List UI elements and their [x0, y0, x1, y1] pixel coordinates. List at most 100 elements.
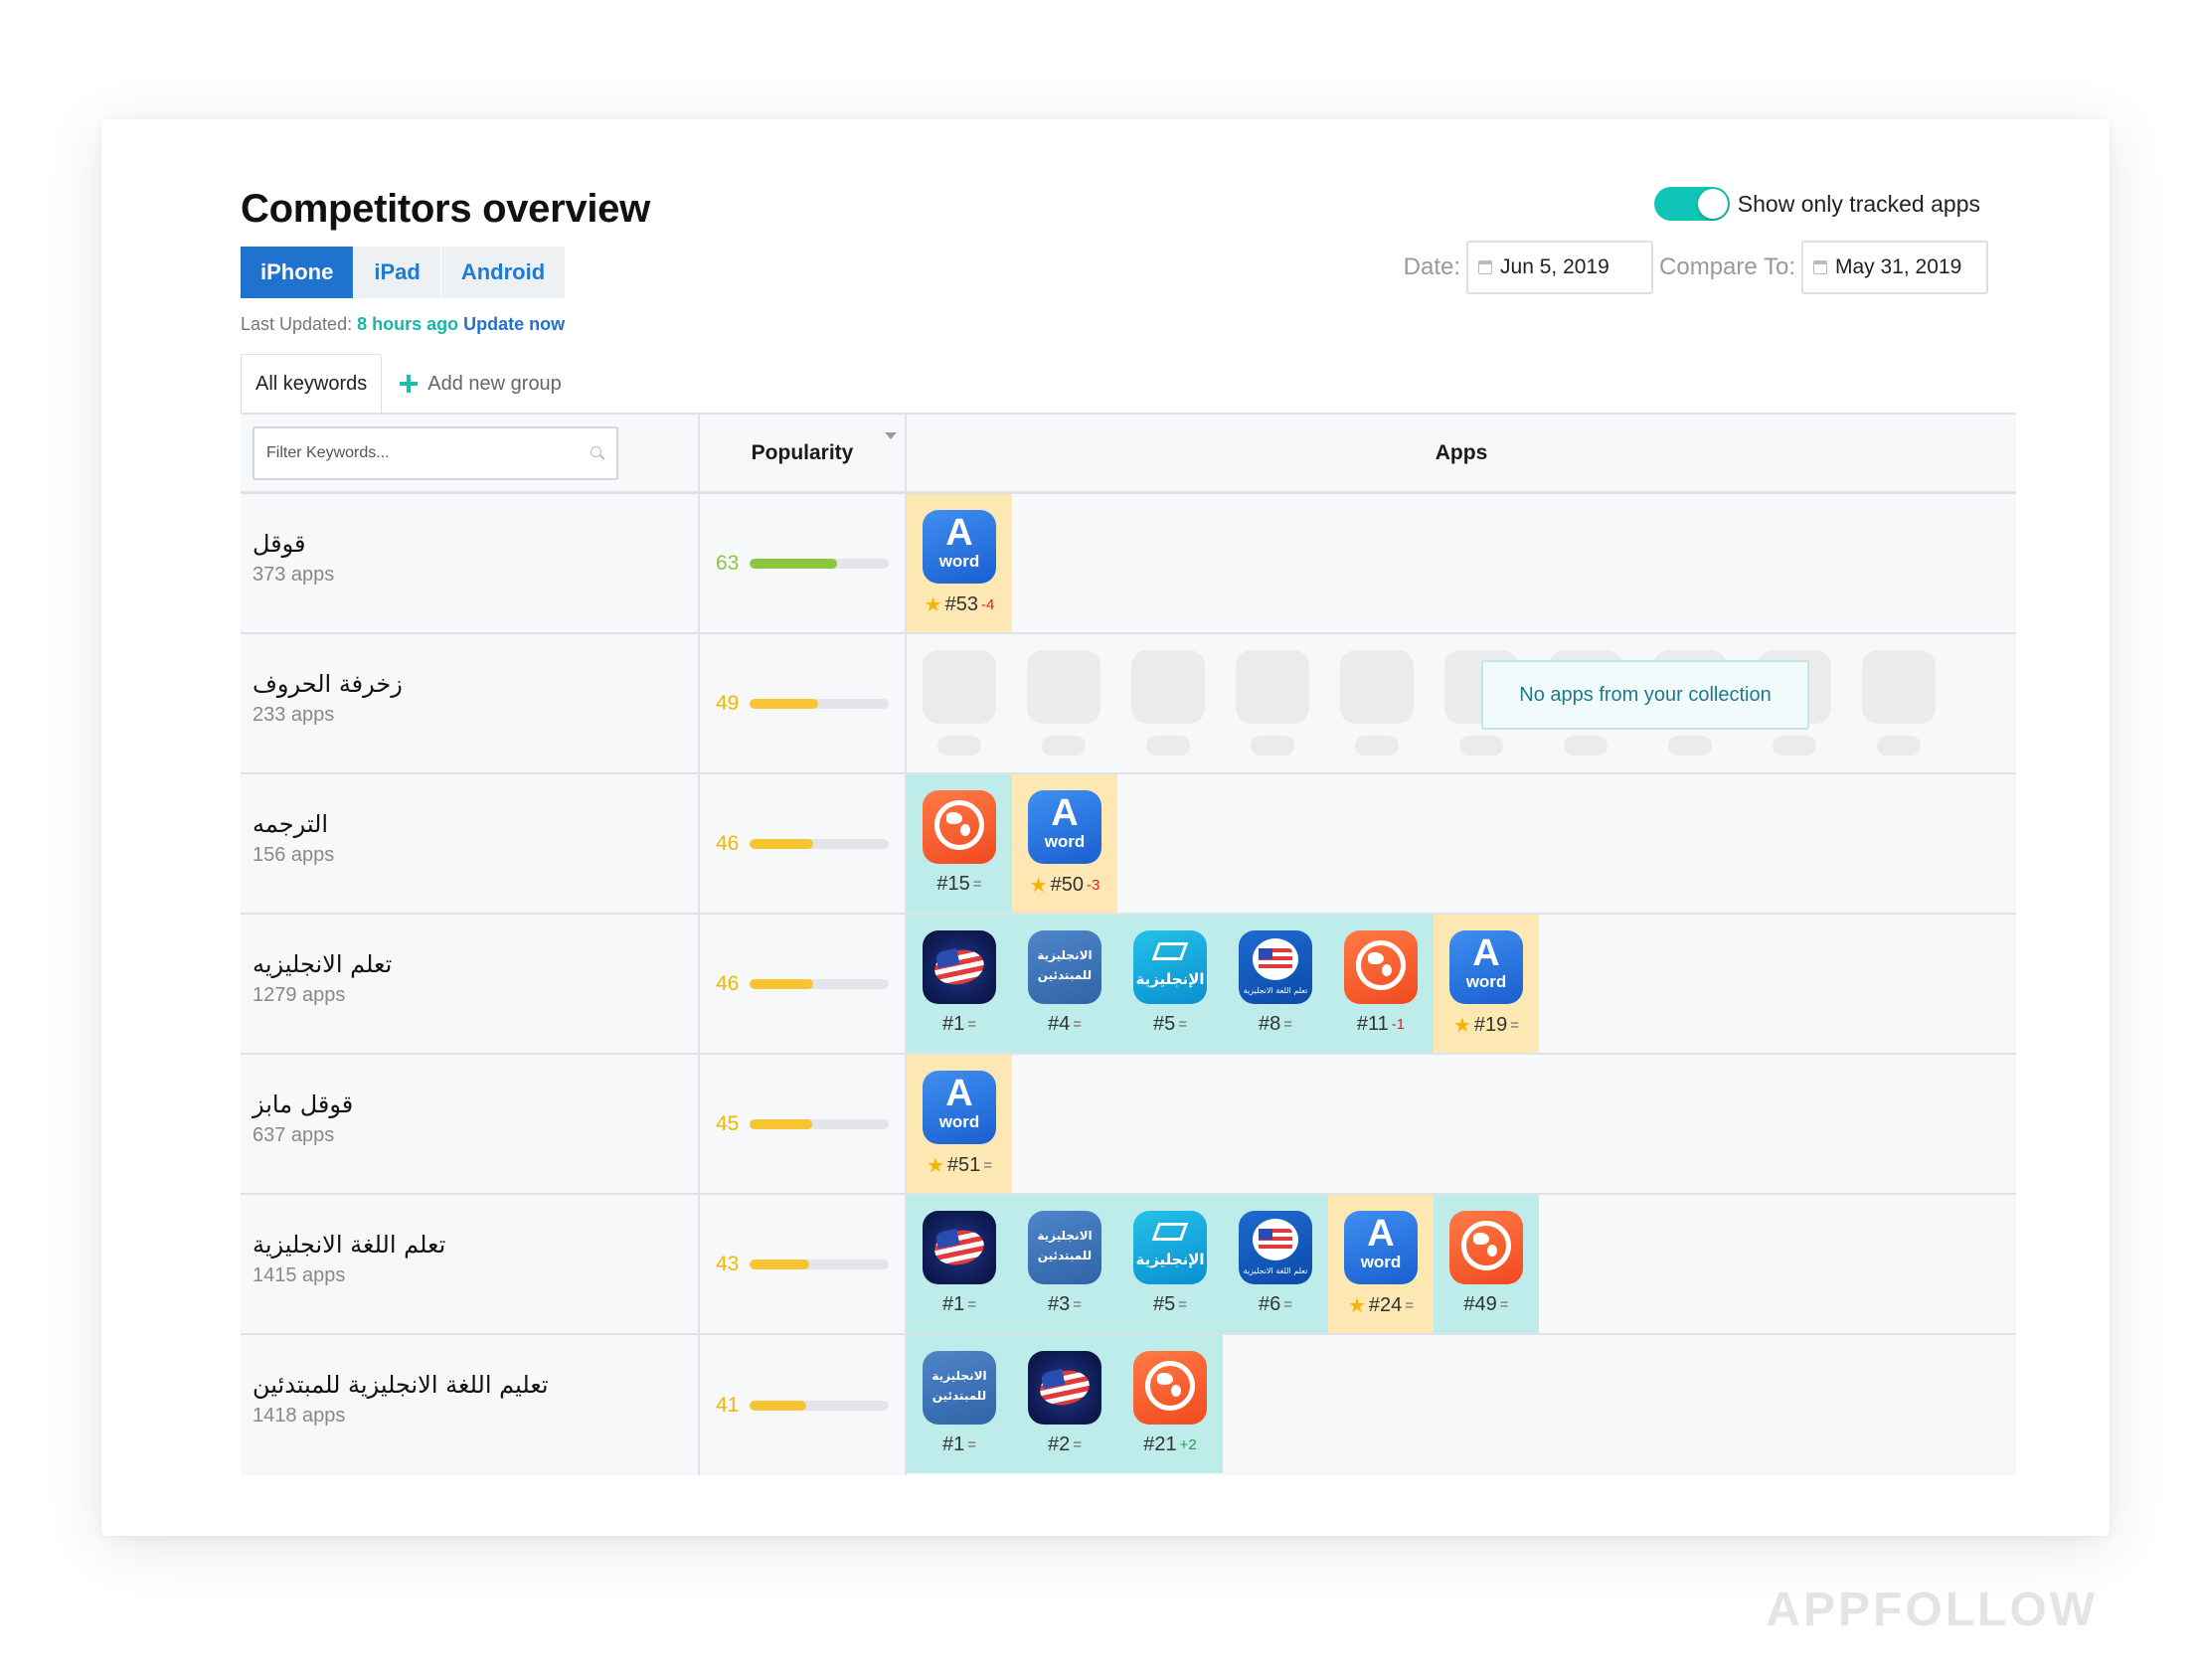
english-beginners-app-icon: الانجليزية للمبتدئين: [1028, 930, 1101, 1004]
keyword-app-count: 233 apps: [253, 704, 335, 726]
popularity-cell: 63: [700, 494, 907, 632]
app-item[interactable]: #11 -1: [1328, 915, 1434, 1053]
popularity-bar: [750, 1118, 889, 1129]
date-value: Jun 5, 2019: [1500, 255, 1609, 278]
app-rank: ★ #19 =: [1452, 1014, 1520, 1037]
tab-android[interactable]: Android: [440, 247, 567, 298]
star-icon: ★: [924, 594, 942, 616]
app-placeholder: [1862, 650, 1936, 772]
popularity-value: 63: [716, 551, 740, 575]
add-new-group-button[interactable]: Add new group: [382, 354, 562, 414]
app-item[interactable]: Aword ★ #53 -4: [907, 494, 1012, 632]
popularity-fill: [750, 838, 814, 849]
app-item[interactable]: الإنجليزية #5 =: [1117, 1195, 1223, 1333]
app-rank: #5 =: [1152, 1013, 1187, 1035]
app-rank: #5 =: [1152, 1293, 1187, 1315]
keyword-text[interactable]: قوقل: [253, 530, 698, 558]
app-rank: #49 =: [1463, 1293, 1509, 1315]
app-item[interactable]: تعلم اللغة الانجليزية #6 =: [1223, 1195, 1328, 1333]
keyword-text[interactable]: تعلم اللغة الانجليزية: [253, 1231, 698, 1259]
calendar-icon: [1813, 260, 1827, 274]
app-item[interactable]: الانجليزية للمبتدئين #3 =: [1012, 1195, 1117, 1333]
competitors-card: Competitors overview Show only tracked a…: [101, 119, 2110, 1536]
app-item[interactable]: الانجليزية للمبتدئين #1 =: [907, 1335, 1012, 1473]
popularity-column-header[interactable]: Popularity: [700, 415, 907, 491]
rank-change: =: [1499, 1296, 1509, 1313]
app-placeholder: [923, 650, 996, 772]
page-title: Competitors overview: [241, 187, 650, 231]
app-item[interactable]: #21 +2: [1117, 1335, 1223, 1473]
apps-cell: No apps from your collection: [907, 634, 2016, 772]
tab-ipad[interactable]: iPad: [354, 247, 441, 298]
date-controls: Date: Jun 5, 2019 Compare To: May 31, 20…: [1404, 241, 1988, 294]
apps-cell: Aword ★ #53 -4: [907, 494, 2016, 632]
app-placeholder: [1131, 650, 1205, 772]
app-item[interactable]: الانجليزية للمبتدئين #4 =: [1012, 915, 1117, 1053]
rank-change: =: [1073, 1436, 1082, 1453]
translator-globe-app-icon: [1449, 1211, 1523, 1284]
keyword-cell: تعليم اللغة الانجليزية للمبتدئين 1418 ap…: [241, 1335, 700, 1475]
keyword-text[interactable]: زخرفة الحروف: [253, 670, 698, 698]
date-picker[interactable]: Jun 5, 2019: [1466, 241, 1654, 294]
app-rank: #1 =: [941, 1433, 976, 1455]
app-item[interactable]: Aword ★ #51 =: [907, 1055, 1012, 1193]
app-item[interactable]: Aword ★ #24 =: [1328, 1195, 1434, 1333]
app-item[interactable]: #15 =: [907, 774, 1012, 913]
filter-keywords-input[interactable]: Filter Keywords...: [253, 425, 618, 480]
aword-app-icon: Aword: [1344, 1211, 1418, 1284]
aword-app-icon: Aword: [923, 1071, 996, 1144]
table-row: تعلم اللغة الانجليزية 1415 apps 43 #1 = ا…: [241, 1195, 2016, 1335]
keyword-text[interactable]: تعليم اللغة الانجليزية للمبتدئين: [253, 1371, 698, 1399]
popularity-header-label: Popularity: [751, 440, 854, 464]
rank-change: =: [1405, 1297, 1415, 1314]
popularity-cell: 43: [700, 1195, 907, 1333]
app-rank: #8 =: [1258, 1013, 1292, 1035]
popularity-value: 46: [716, 831, 740, 855]
keyword-app-count: 156 apps: [253, 844, 335, 866]
popularity-fill: [750, 978, 814, 989]
app-item[interactable]: #2 =: [1012, 1335, 1117, 1473]
sort-down-icon[interactable]: [885, 432, 897, 439]
rank-change: -4: [980, 596, 995, 613]
device-tabs: iPhone iPad Android: [241, 247, 567, 298]
keyword-app-count: 373 apps: [253, 564, 335, 586]
popularity-cell: 45: [700, 1055, 907, 1193]
app-item[interactable]: #49 =: [1434, 1195, 1539, 1333]
update-now-link[interactable]: Update now: [463, 314, 565, 334]
keyword-text[interactable]: تعلم الانجليزيه: [253, 950, 698, 978]
app-rank: #15 =: [936, 873, 982, 895]
app-item[interactable]: #1 =: [907, 1195, 1012, 1333]
tab-all-keywords[interactable]: All keywords: [241, 354, 383, 414]
popularity-fill: [750, 1259, 810, 1269]
popularity-value: 45: [716, 1111, 740, 1135]
rank-change: =: [1510, 1017, 1520, 1034]
keyword-text[interactable]: قوقل مابز: [253, 1091, 698, 1118]
popularity-cell: 49: [700, 634, 907, 772]
apps-cell: الانجليزية للمبتدئين #1 = #2 = #21 +2: [907, 1335, 2016, 1475]
app-item[interactable]: Aword ★ #50 -3: [1012, 774, 1117, 913]
app-item[interactable]: الإنجليزية #5 =: [1117, 915, 1223, 1053]
keyword-text[interactable]: الترجمه: [253, 810, 698, 838]
keyword-app-count: 1415 apps: [253, 1264, 346, 1286]
app-rank: #4 =: [1047, 1013, 1082, 1035]
keyword-column-header: Filter Keywords...: [241, 415, 700, 491]
compare-date-value: May 31, 2019: [1835, 255, 1962, 278]
app-rank: #21 +2: [1143, 1433, 1197, 1455]
app-item[interactable]: Aword ★ #19 =: [1434, 915, 1539, 1053]
no-apps-message: No apps from your collection: [1481, 660, 1809, 730]
apps-cell: #15 = Aword ★ #50 -3: [907, 774, 2016, 913]
us-flag-app-icon: [923, 930, 996, 1004]
keyword-group-tabs: All keywords Add new group: [241, 354, 562, 414]
tracked-apps-toggle[interactable]: [1653, 187, 1730, 221]
aword-app-icon: Aword: [1449, 930, 1523, 1004]
popularity-bar: [750, 838, 889, 849]
compare-date-picker[interactable]: May 31, 2019: [1801, 241, 1988, 294]
popularity-bar: [750, 698, 889, 709]
compare-label: Compare To:: [1659, 253, 1795, 280]
english-beginners-app-icon: الانجليزية للمبتدئين: [1028, 1211, 1101, 1284]
tab-iphone[interactable]: iPhone: [241, 247, 355, 298]
app-rank: #3 =: [1047, 1293, 1082, 1315]
apps-column-header: Apps: [1435, 440, 1488, 464]
app-item[interactable]: تعلم اللغة الانجليزية #8 =: [1223, 915, 1328, 1053]
app-item[interactable]: #1 =: [907, 915, 1012, 1053]
